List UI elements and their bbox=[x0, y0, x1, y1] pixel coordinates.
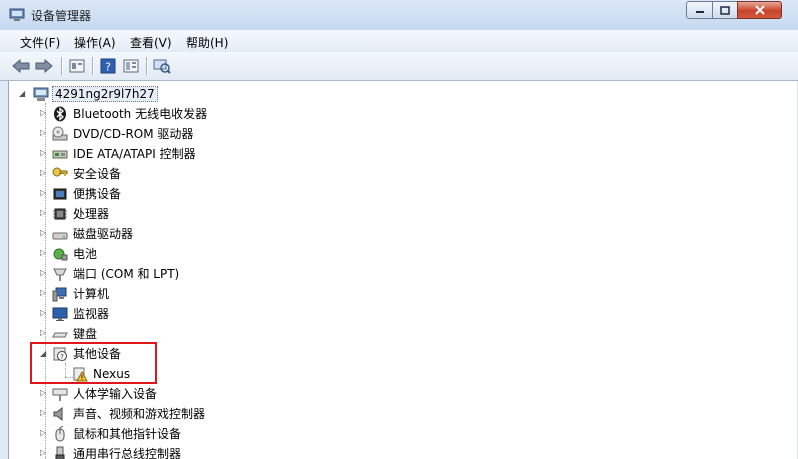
tree-category-item[interactable]: ▷ 端口 (COM 和 LPT) bbox=[9, 264, 429, 284]
scan-hardware-icon[interactable] bbox=[153, 57, 171, 75]
toolbar: ? bbox=[0, 52, 798, 81]
tree-item-label: Bluetooth 无线电收发器 bbox=[73, 107, 208, 121]
tree-item-label: 端口 (COM 和 LPT) bbox=[73, 267, 180, 281]
expand-arrow-icon[interactable]: ▷ bbox=[40, 388, 46, 397]
computer-icon bbox=[52, 286, 68, 302]
tree-item-label: 监视器 bbox=[73, 307, 110, 321]
battery-icon bbox=[52, 246, 68, 262]
tree-item-label: 键盘 bbox=[73, 327, 98, 341]
tree-item-label: 处理器 bbox=[73, 207, 110, 221]
speaker-icon bbox=[52, 406, 68, 422]
tree-category-item[interactable]: ▷ Bluetooth 无线电收发器 bbox=[9, 104, 429, 124]
keyboard-icon bbox=[52, 326, 68, 342]
tree-category-item[interactable]: ▷ 人体学输入设备 bbox=[9, 384, 429, 404]
portable-device-icon bbox=[52, 186, 68, 202]
tree-item-label: 磁盘驱动器 bbox=[73, 227, 134, 241]
expand-arrow-icon[interactable]: ▷ bbox=[40, 208, 46, 217]
tree-item-label: DVD/CD-ROM 驱动器 bbox=[73, 127, 194, 141]
menu-file[interactable]: 文件(F) bbox=[20, 34, 60, 51]
tree-category-item[interactable]: ▷ 鼠标和其他指针设备 bbox=[9, 424, 429, 444]
tree-category-item[interactable]: ▷ 监视器 bbox=[9, 304, 429, 324]
forward-arrow-icon[interactable] bbox=[35, 57, 53, 75]
svg-text:?: ? bbox=[105, 61, 111, 74]
tree-category-item[interactable]: ▷ 电池 bbox=[9, 244, 429, 264]
computer-icon bbox=[33, 86, 49, 102]
device-tree: ◢ 4291ng2r9l7h27 ▷ Bluetooth 无线电收发器 ▷ DVD/C… bbox=[8, 81, 797, 459]
menu-help[interactable]: 帮助(H) bbox=[186, 34, 228, 51]
expand-arrow-icon[interactable]: ▷ bbox=[40, 108, 46, 117]
disk-drive-icon bbox=[52, 226, 68, 242]
tree-category-item[interactable]: ▷ DVD/CD-ROM 驱动器 bbox=[9, 124, 429, 144]
back-arrow-icon[interactable] bbox=[12, 57, 30, 75]
tree-item-label: 计算机 bbox=[73, 287, 110, 301]
show-hide-tree-icon[interactable] bbox=[122, 57, 140, 75]
bluetooth-icon bbox=[52, 106, 68, 122]
highlight-box-other-devices bbox=[30, 342, 157, 384]
tree-item-label: 声音、视频和游戏控制器 bbox=[73, 407, 206, 421]
tree-category-item[interactable]: ▷ IDE ATA/ATAPI 控制器 bbox=[9, 144, 429, 164]
tree-category-item[interactable]: ▷ 磁盘驱动器 bbox=[9, 224, 429, 244]
expand-arrow-icon[interactable]: ▷ bbox=[40, 408, 46, 417]
tree-item-label: 电池 bbox=[73, 247, 98, 261]
toolbar-separator bbox=[92, 57, 93, 75]
expand-arrow-icon[interactable]: ▷ bbox=[40, 448, 46, 457]
expand-arrow-icon[interactable]: ▷ bbox=[40, 328, 46, 337]
tree-category-item[interactable]: ▷ 键盘 bbox=[9, 324, 429, 344]
ide-controller-icon bbox=[52, 146, 68, 162]
expand-arrow-icon[interactable]: ▷ bbox=[40, 268, 46, 277]
dvd-drive-icon bbox=[52, 126, 68, 142]
collapse-arrow-icon[interactable]: ◢ bbox=[19, 89, 25, 98]
port-icon bbox=[52, 266, 68, 282]
menu-action[interactable]: 操作(A) bbox=[74, 34, 116, 51]
close-button[interactable] bbox=[737, 1, 782, 19]
tree-category-item[interactable]: ▷ 通用串行总线控制器 bbox=[9, 444, 429, 459]
usb-icon bbox=[52, 446, 68, 459]
expand-arrow-icon[interactable]: ▷ bbox=[40, 308, 46, 317]
security-key-icon bbox=[52, 166, 68, 182]
expand-arrow-icon[interactable]: ▷ bbox=[40, 428, 46, 437]
hid-icon bbox=[52, 386, 68, 402]
expand-arrow-icon[interactable]: ▷ bbox=[40, 248, 46, 257]
properties-icon[interactable] bbox=[68, 57, 86, 75]
device-manager-icon bbox=[9, 7, 25, 23]
monitor-icon bbox=[52, 306, 68, 322]
tree-item-label: 通用串行总线控制器 bbox=[73, 447, 182, 459]
menu-bar: 文件(F) 操作(A) 查看(V) 帮助(H) bbox=[0, 30, 798, 52]
toolbar-separator bbox=[61, 57, 62, 75]
expand-arrow-icon[interactable]: ▷ bbox=[40, 228, 46, 237]
expand-arrow-icon[interactable]: ▷ bbox=[40, 128, 46, 137]
tree-category-item[interactable]: ▷ 处理器 bbox=[9, 204, 429, 224]
tree-root[interactable]: ◢ 4291ng2r9l7h27 bbox=[9, 84, 409, 104]
tree-category-item[interactable]: ▷ 声音、视频和游戏控制器 bbox=[9, 404, 429, 424]
tree-item-label: IDE ATA/ATAPI 控制器 bbox=[73, 147, 196, 161]
tree-category-item[interactable]: ▷ 计算机 bbox=[9, 284, 429, 304]
device-manager-window: 设备管理器 文件(F) 操作(A) 查看(V) 帮助(H) ? ◢ 4291ng… bbox=[0, 0, 798, 459]
processor-icon bbox=[52, 206, 68, 222]
help-icon[interactable]: ? bbox=[99, 57, 117, 75]
maximize-button[interactable] bbox=[712, 1, 738, 19]
title-bar[interactable]: 设备管理器 bbox=[0, 0, 798, 30]
tree-category-item[interactable]: ▷ 安全设备 bbox=[9, 164, 429, 184]
minimize-button[interactable] bbox=[686, 1, 713, 19]
tree-item-label: 便携设备 bbox=[73, 187, 122, 201]
expand-arrow-icon[interactable]: ▷ bbox=[40, 168, 46, 177]
expand-arrow-icon[interactable]: ▷ bbox=[40, 148, 46, 157]
expand-arrow-icon[interactable]: ▷ bbox=[40, 288, 46, 297]
tree-item-label: 人体学输入设备 bbox=[73, 387, 158, 401]
computer-name: 4291ng2r9l7h27 bbox=[52, 86, 158, 102]
expand-arrow-icon[interactable]: ▷ bbox=[40, 188, 46, 197]
tree-item-label: 鼠标和其他指针设备 bbox=[73, 427, 182, 441]
window-title: 设备管理器 bbox=[31, 9, 92, 23]
toolbar-separator bbox=[146, 57, 147, 75]
mouse-icon bbox=[52, 425, 68, 442]
tree-category-item[interactable]: ▷ 便携设备 bbox=[9, 184, 429, 204]
menu-view[interactable]: 查看(V) bbox=[130, 34, 172, 51]
tree-item-label: 安全设备 bbox=[73, 167, 122, 181]
